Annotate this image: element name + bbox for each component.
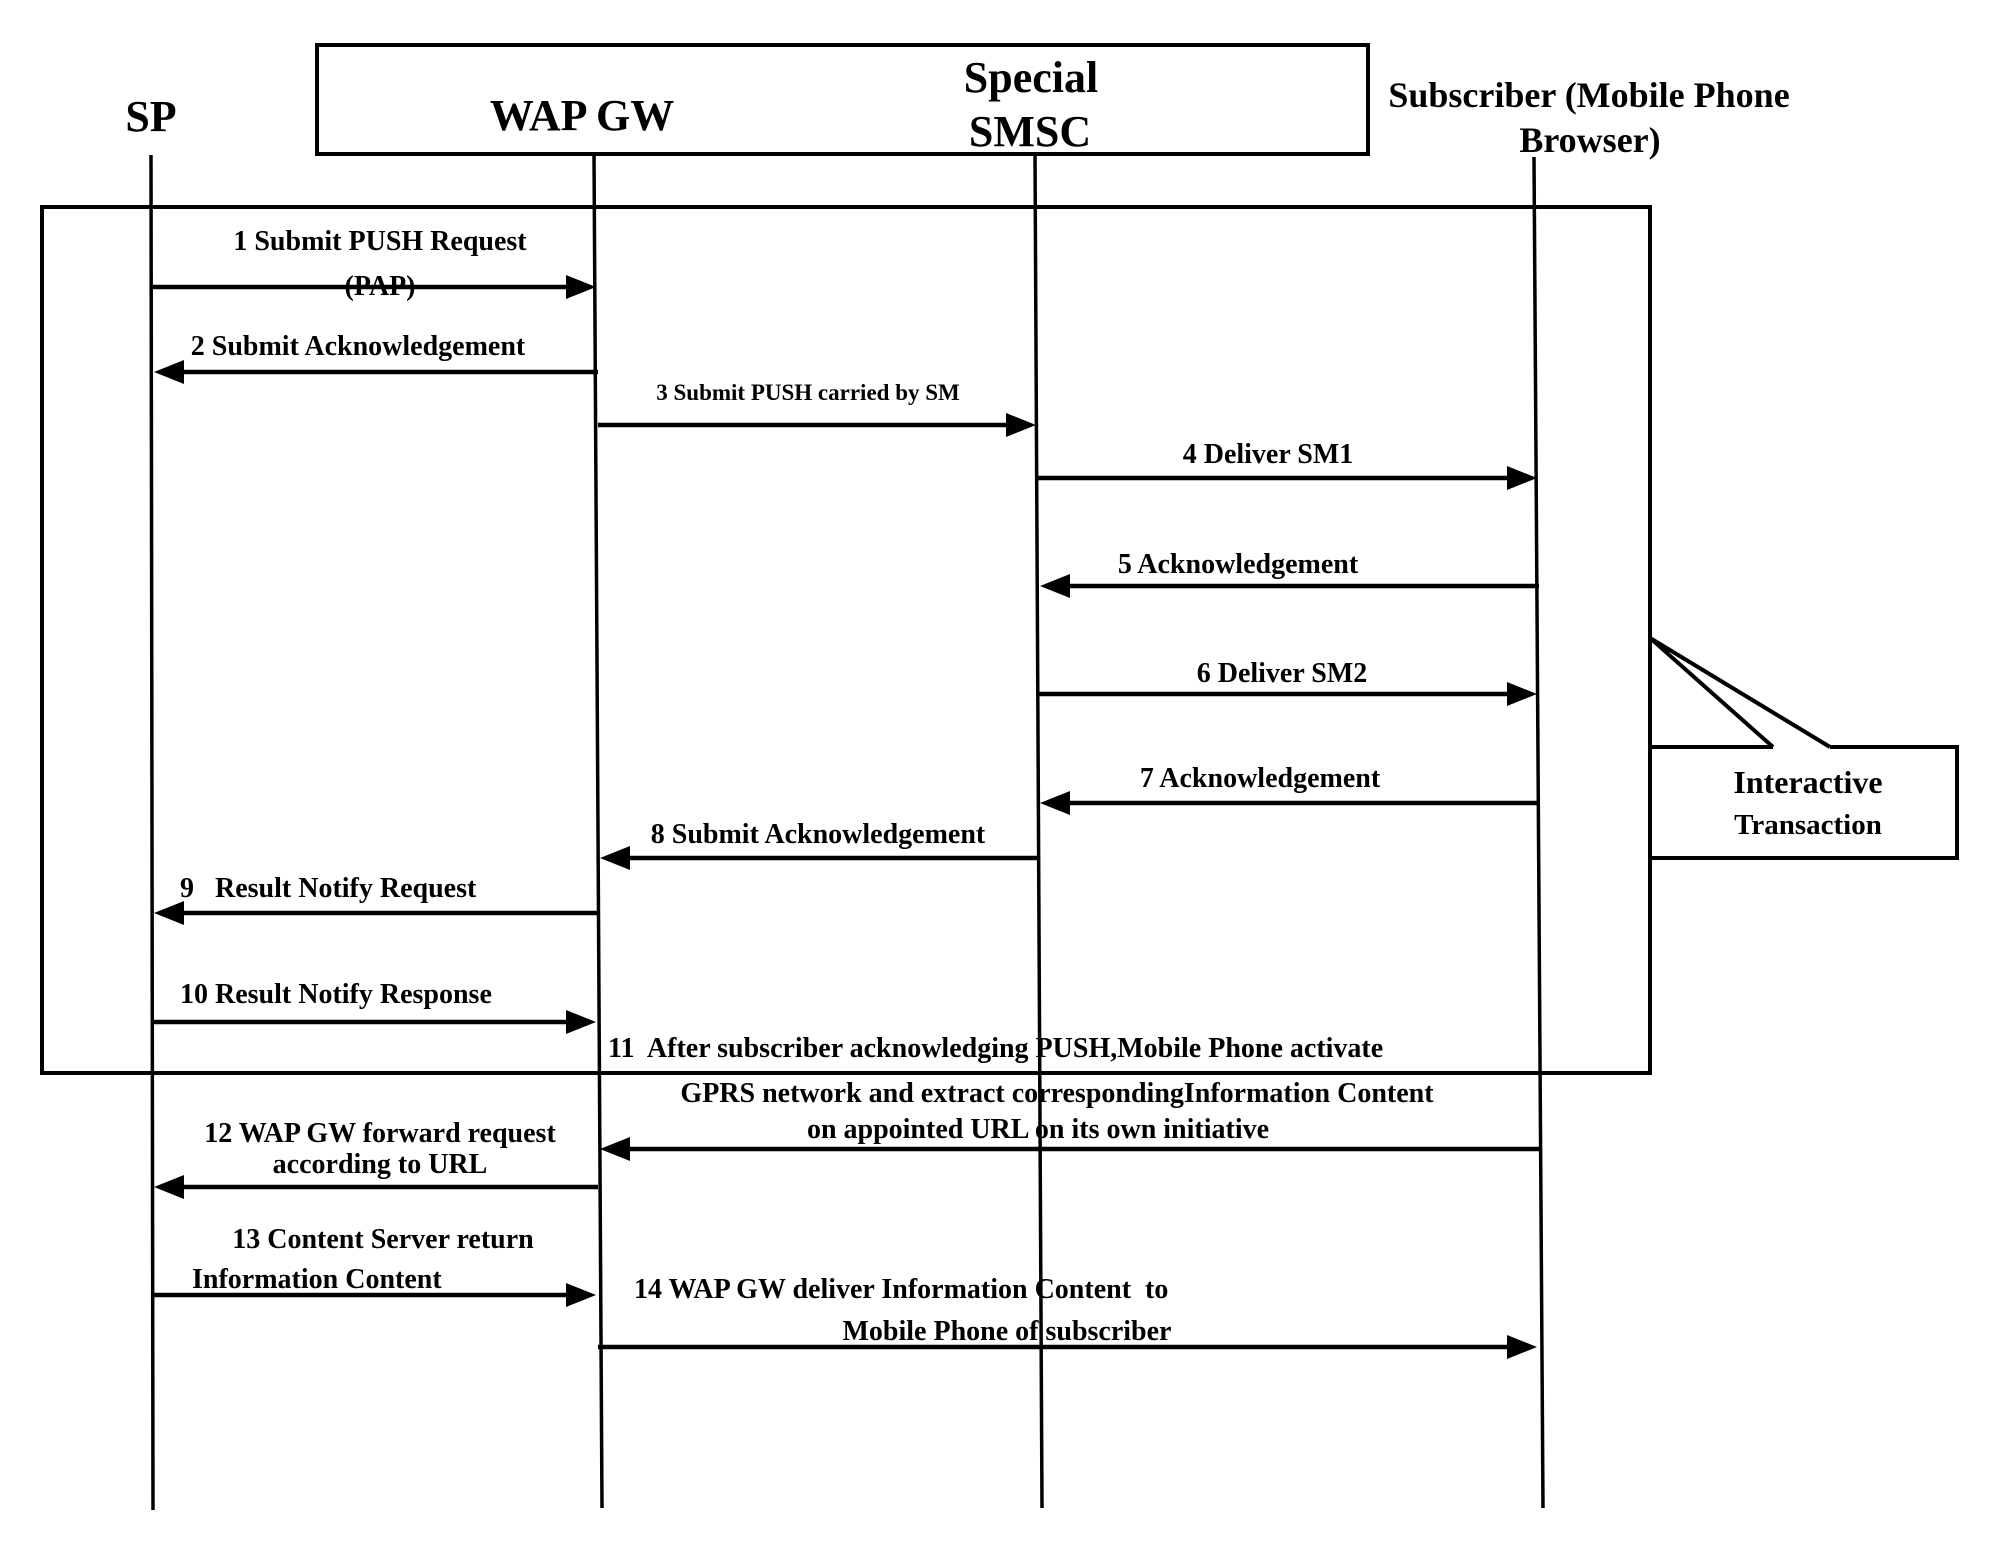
message-label-3: 3 Submit PUSH carried by SM	[656, 380, 960, 405]
message-arrow-7	[1040, 791, 1539, 815]
callout-label-line2: Transaction	[1734, 809, 1882, 841]
sequence-diagram: SP WAP GW Special SMSC Subscriber (Mobil…	[40, 43, 1959, 1511]
message-arrow-2	[154, 360, 598, 384]
message-arrows	[152, 275, 1539, 1359]
participant-label-smsc-line2: SMSC	[969, 107, 1091, 156]
message-label-11-line1: 11 After subscriber acknowledging PUSH,M…	[608, 1033, 1383, 1064]
message-label-1-line1: 1 Submit PUSH Request	[233, 226, 527, 257]
callout-pointer	[1648, 636, 1832, 749]
lifeline-wapgw	[592, 153, 604, 1509]
message-label-11-line2: GPRS network and extract correspondingIn…	[680, 1078, 1434, 1109]
message-label-14-line2: Mobile Phone of subscriber	[843, 1316, 1172, 1347]
message-label-1-line2: (PAP)	[345, 271, 416, 302]
message-label-13-line2: Information Content	[192, 1264, 442, 1295]
message-arrow-10	[152, 1010, 596, 1034]
arrowhead-icon	[1507, 1335, 1537, 1359]
message-label-14-line1: 14 WAP GW deliver Information Content to	[634, 1274, 1168, 1305]
message-label-11-line3: on appointed URL on its own initiative	[807, 1114, 1269, 1145]
arrowhead-icon	[1507, 466, 1537, 490]
participant-label-subscriber-line1: Subscriber (Mobile Phone	[1388, 75, 1789, 115]
participant-label-wapgw: WAP GW	[490, 91, 675, 140]
message-arrow-9	[154, 901, 598, 925]
arrowhead-icon	[154, 901, 184, 925]
message-arrow-3	[598, 413, 1036, 437]
message-label-4: 4 Deliver SM1	[1183, 439, 1354, 470]
message-labels: 1 Submit PUSH Request (PAP) 2 Submit Ack…	[180, 226, 1434, 1347]
callout-label-line1: Interactive	[1733, 764, 1882, 800]
lifeline-subscriber	[1532, 156, 1545, 1509]
arrowhead-icon	[1040, 574, 1070, 598]
participant-label-smsc-line1: Special	[964, 53, 1098, 102]
lifeline-sp	[149, 154, 155, 1511]
message-label-2: 2 Submit Acknowledgement	[191, 331, 526, 362]
participant-label-sp: SP	[125, 92, 176, 141]
arrowhead-icon	[600, 1137, 630, 1161]
message-label-7: 7 Acknowledgement	[1140, 763, 1381, 794]
message-label-12-line2: according to URL	[273, 1149, 488, 1180]
arrowhead-icon	[154, 360, 184, 384]
arrowhead-icon	[566, 275, 596, 299]
arrowhead-icon	[154, 1175, 184, 1199]
participant-label-subscriber-line2: Browser)	[1519, 120, 1660, 160]
message-label-13-line1: 13 Content Server return	[232, 1224, 534, 1255]
arrowhead-icon	[1006, 413, 1036, 437]
interactive-transaction-callout: Interactive Transaction	[1648, 636, 1959, 860]
arrowhead-icon	[1507, 682, 1537, 706]
message-label-5: 5 Acknowledgement	[1118, 549, 1359, 580]
arrowhead-icon	[1040, 791, 1070, 815]
gateway-group-box	[315, 43, 1370, 156]
arrowhead-icon	[566, 1010, 596, 1034]
message-label-8: 8 Submit Acknowledgement	[651, 819, 986, 850]
message-label-10: 10 Result Notify Response	[180, 979, 492, 1010]
message-label-6: 6 Deliver SM2	[1197, 658, 1368, 689]
message-label-12-line1: 12 WAP GW forward request	[204, 1118, 556, 1149]
arrowhead-icon	[600, 846, 630, 870]
arrowhead-icon	[566, 1283, 596, 1307]
message-label-9: 9 Result Notify Request	[180, 873, 477, 904]
